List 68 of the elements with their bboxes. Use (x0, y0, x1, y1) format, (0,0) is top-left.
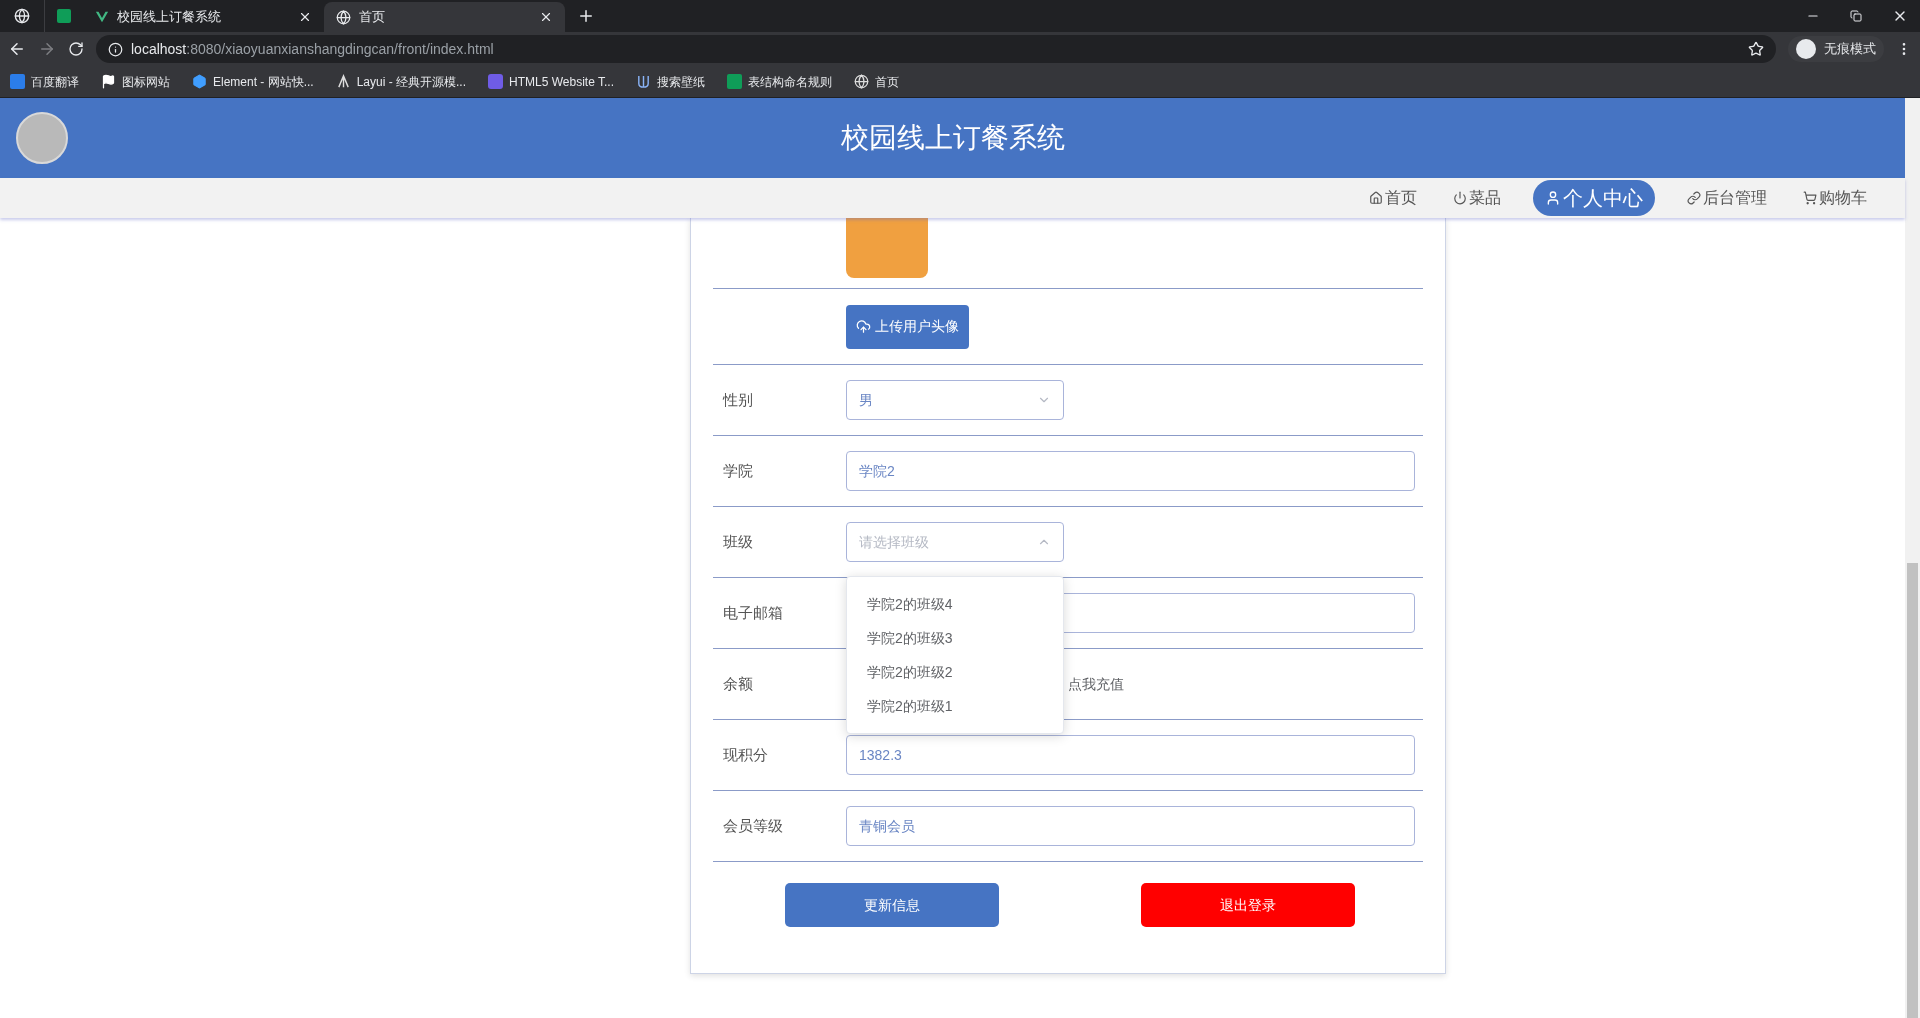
globe-icon (854, 74, 869, 89)
dropdown-option[interactable]: 学院2的班级2 (847, 655, 1063, 689)
cart-icon (1803, 191, 1817, 205)
tent-icon (335, 74, 351, 89)
dropdown-option[interactable]: 学院2的班级3 (847, 621, 1063, 655)
input-field[interactable]: 1382.3 (846, 735, 1415, 775)
forward-icon[interactable] (38, 40, 56, 58)
bookmark-item[interactable]: Layui - 经典开源模... (335, 72, 467, 91)
globe-icon (336, 9, 351, 25)
profile-chip[interactable]: 无痕模式 (1788, 36, 1884, 62)
nav-item[interactable]: 购物车 (1799, 186, 1871, 210)
recharge-link[interactable]: 点我充值 (1068, 673, 1124, 695)
restore-icon[interactable] (1850, 10, 1862, 22)
input-field[interactable]: 青铜会员 (846, 806, 1415, 846)
power-icon (1453, 191, 1467, 205)
nav-item[interactable]: 后台管理 (1683, 186, 1771, 210)
url-text: localhost:8080/xiaoyuanxianshangdingcan/front/index.html (131, 39, 495, 59)
tab-title: 首页 (359, 8, 386, 27)
bookmark-item[interactable]: HTML5 Website T... (488, 72, 614, 91)
info-icon (108, 41, 123, 57)
dropdown-option[interactable]: 学院2的班级4 (847, 587, 1063, 621)
input-field[interactable]: 学院2 (846, 451, 1415, 491)
bookmark-item[interactable]: 图标网站 (101, 72, 170, 91)
field-label: 性别 (723, 389, 754, 410)
site-title: 校园线上订餐系统 (840, 121, 1065, 155)
sheet-icon (727, 74, 742, 89)
nav-item[interactable]: 个人中心 (1533, 180, 1655, 216)
scrollbar[interactable] (1905, 98, 1920, 1018)
upload-avatar-button[interactable]: 上传用户头像 (846, 304, 969, 349)
hexagon-icon (192, 74, 207, 89)
fork-icon (636, 74, 651, 89)
bookmark-item[interactable]: 百度翻译 (10, 72, 79, 91)
close-icon[interactable] (539, 10, 553, 24)
select-field[interactable]: 男 (846, 380, 1064, 420)
field-label: 现积分 (723, 744, 769, 765)
dropdown-option[interactable]: 学院2的班级1 (847, 689, 1063, 723)
home-icon (1369, 191, 1383, 205)
bookmark-item[interactable]: 表结构命名规则 (727, 72, 832, 91)
scrollbar-thumb[interactable] (1907, 563, 1918, 1018)
nav-item[interactable]: 首页 (1365, 186, 1421, 210)
field-label: 余额 (723, 673, 754, 694)
address-bar[interactable]: localhost:8080/xiaoyuanxianshangdingcan/front/index.html (96, 35, 1776, 63)
close-icon[interactable] (298, 10, 312, 24)
bookmark-item[interactable]: 首页 (854, 72, 899, 91)
cloud-upload-icon (856, 319, 871, 334)
browser-tab[interactable]: 首页 (324, 2, 565, 32)
globe-icon[interactable] (14, 8, 30, 24)
field-label: 学院 (723, 460, 754, 481)
link-icon (1687, 191, 1701, 205)
logo-image (16, 112, 68, 164)
update-button[interactable]: 更新信息 (785, 883, 999, 927)
field-label: 班级 (723, 531, 754, 552)
user-icon (1545, 190, 1561, 206)
new-tab-icon[interactable] (577, 7, 595, 25)
logout-button[interactable]: 退出登录 (1141, 883, 1355, 927)
star-icon[interactable] (1748, 41, 1764, 57)
v-logo-icon (95, 10, 109, 24)
browser-tab[interactable]: 校园线上订餐系统 (83, 2, 324, 32)
reload-icon[interactable] (68, 41, 84, 57)
nav-item[interactable]: 菜品 (1449, 186, 1505, 210)
back-icon[interactable] (8, 40, 26, 58)
bookmark-item[interactable]: Element - 网站快... (192, 72, 314, 91)
tab-title: 校园线上订餐系统 (117, 8, 222, 27)
flag-icon (101, 74, 116, 89)
field-label: 会员等级 (723, 815, 784, 836)
bookmark-item[interactable]: 搜索壁纸 (636, 72, 705, 91)
incognito-icon (1796, 39, 1816, 59)
field-label: 电子邮箱 (723, 602, 784, 623)
